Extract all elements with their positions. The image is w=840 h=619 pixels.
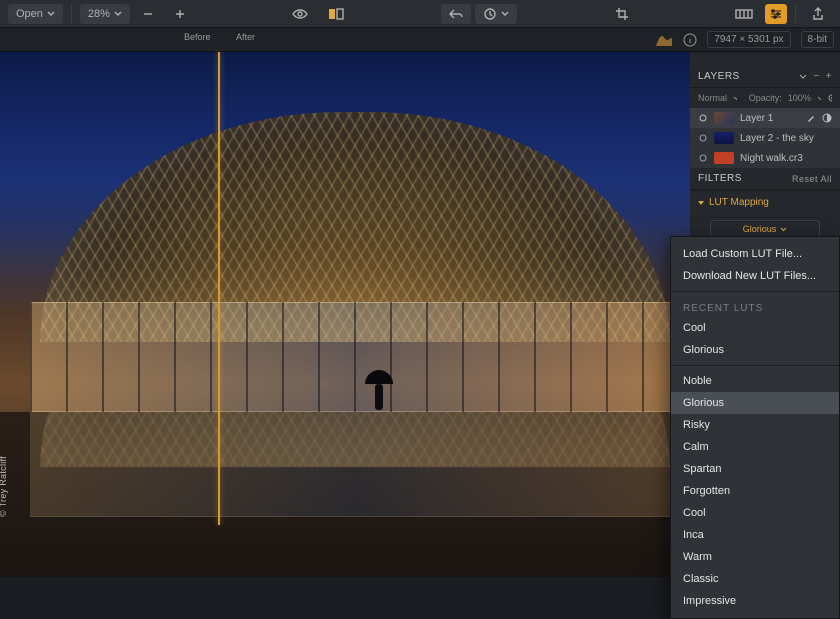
photo-credit: © Trey Ratcliff xyxy=(0,456,8,517)
image-dimensions: 7947 × 5301 px xyxy=(707,31,790,48)
share-button[interactable] xyxy=(804,4,832,24)
canvas-art xyxy=(370,370,388,410)
filter-lut-mapping[interactable]: LUT Mapping xyxy=(690,190,840,214)
chevron-down-icon xyxy=(698,201,704,205)
info-icon[interactable] xyxy=(683,33,697,47)
lut-item[interactable]: Inca xyxy=(671,524,839,546)
lut-item[interactable]: Spartan xyxy=(671,458,839,480)
undo-icon xyxy=(449,8,463,20)
crop-icon xyxy=(615,7,629,21)
layer-thumb xyxy=(714,152,734,164)
lut-download-new[interactable]: Download New LUT Files... xyxy=(671,265,839,287)
chevron-down-icon xyxy=(114,10,122,18)
layer-thumb xyxy=(714,112,734,124)
info-bar: 7947 × 5301 px 8-bit xyxy=(0,28,840,52)
layer-name: Layer 1 xyxy=(740,113,773,124)
visibility-icon[interactable] xyxy=(698,133,708,143)
chevron-down-icon xyxy=(817,95,821,102)
lut-recent-header: RECENT LUTS xyxy=(671,296,839,317)
open-menu[interactable]: Open xyxy=(8,4,63,24)
blend-mode-menu[interactable]: Normal xyxy=(698,93,727,103)
layer-item[interactable]: Night walk.cr3 xyxy=(690,148,840,168)
layer-thumb xyxy=(714,132,734,144)
separator xyxy=(795,5,796,23)
zoom-in-button[interactable] xyxy=(166,4,194,24)
filter-name: LUT Mapping xyxy=(709,197,769,208)
history-icon xyxy=(483,8,497,20)
chevron-down-icon xyxy=(501,10,509,18)
separator xyxy=(671,291,839,292)
canvas-art xyxy=(30,302,680,412)
image-bitdepth: 8-bit xyxy=(801,31,834,48)
histogram-icon[interactable] xyxy=(655,33,673,47)
lut-recent-item[interactable]: Glorious xyxy=(671,339,839,361)
lut-item[interactable]: Warm xyxy=(671,546,839,568)
brush-icon[interactable] xyxy=(806,113,816,123)
eye-icon xyxy=(292,8,308,20)
canvas-art xyxy=(0,412,690,577)
zoom-menu[interactable]: 28% xyxy=(80,4,130,24)
lut-item[interactable]: Classic xyxy=(671,568,839,590)
share-icon xyxy=(812,7,824,21)
zoom-out-button[interactable] xyxy=(134,4,162,24)
image-canvas[interactable]: © Trey Ratcliff xyxy=(0,52,690,525)
lut-item[interactable]: Risky xyxy=(671,414,839,436)
opacity-value[interactable]: 100% xyxy=(788,93,811,103)
layers-title: LAYERS xyxy=(698,71,799,82)
lut-menu: Load Custom LUT File... Download New LUT… xyxy=(670,236,840,619)
layer-remove-button[interactable]: − xyxy=(813,71,819,82)
compare-button[interactable] xyxy=(320,4,352,24)
chevron-down-icon xyxy=(780,226,787,233)
sliders-icon xyxy=(769,8,783,20)
preview-button[interactable] xyxy=(284,4,316,24)
open-label: Open xyxy=(16,8,43,20)
lut-item[interactable]: Forgotten xyxy=(671,480,839,502)
zoom-value: 28% xyxy=(88,8,110,20)
layer-blend-row: Normal Opacity: 100% xyxy=(690,88,840,108)
adjust-panel-button[interactable] xyxy=(765,4,787,24)
layer-name: Layer 2 - the sky xyxy=(740,133,814,144)
chevron-down-icon xyxy=(733,95,737,102)
compare-icon xyxy=(328,8,344,20)
filmstrip-icon xyxy=(735,8,753,20)
chevron-down-icon xyxy=(47,10,55,18)
layers-header[interactable]: LAYERS − + xyxy=(690,66,840,88)
compare-divider[interactable] xyxy=(218,52,220,525)
lut-recent-item[interactable]: Cool xyxy=(671,317,839,339)
separator xyxy=(671,365,839,366)
layer-item[interactable]: Layer 2 - the sky xyxy=(690,128,840,148)
opacity-label: Opacity: xyxy=(749,93,782,103)
lut-item[interactable]: Noble xyxy=(671,370,839,392)
plus-icon xyxy=(174,8,186,20)
reset-all-button[interactable]: Reset All xyxy=(792,174,832,184)
layer-add-button[interactable]: + xyxy=(826,71,832,82)
lut-item[interactable]: Glorious xyxy=(671,392,839,414)
lut-item[interactable]: Cool xyxy=(671,502,839,524)
mask-icon[interactable] xyxy=(822,113,832,123)
filters-header[interactable]: FILTERS Reset All xyxy=(690,168,840,190)
minus-icon xyxy=(142,8,154,20)
history-button[interactable] xyxy=(475,4,517,24)
lut-selected-name: Glorious xyxy=(743,224,777,234)
separator xyxy=(71,5,72,23)
lut-load-custom[interactable]: Load Custom LUT File... xyxy=(671,243,839,265)
visibility-icon[interactable] xyxy=(698,113,708,123)
presets-button[interactable] xyxy=(727,4,761,24)
visibility-icon[interactable] xyxy=(698,153,708,163)
crop-button[interactable] xyxy=(607,4,637,24)
lut-item[interactable]: Impressive xyxy=(671,590,839,612)
lut-item[interactable]: Calm xyxy=(671,436,839,458)
filters-title: FILTERS xyxy=(698,173,792,184)
gear-icon[interactable] xyxy=(827,93,832,103)
layer-item[interactable]: Layer 1 xyxy=(690,108,840,128)
chevron-down-icon xyxy=(799,73,807,81)
layer-name: Night walk.cr3 xyxy=(740,153,803,164)
top-toolbar: Open 28% xyxy=(0,0,840,28)
undo-button[interactable] xyxy=(441,4,471,24)
